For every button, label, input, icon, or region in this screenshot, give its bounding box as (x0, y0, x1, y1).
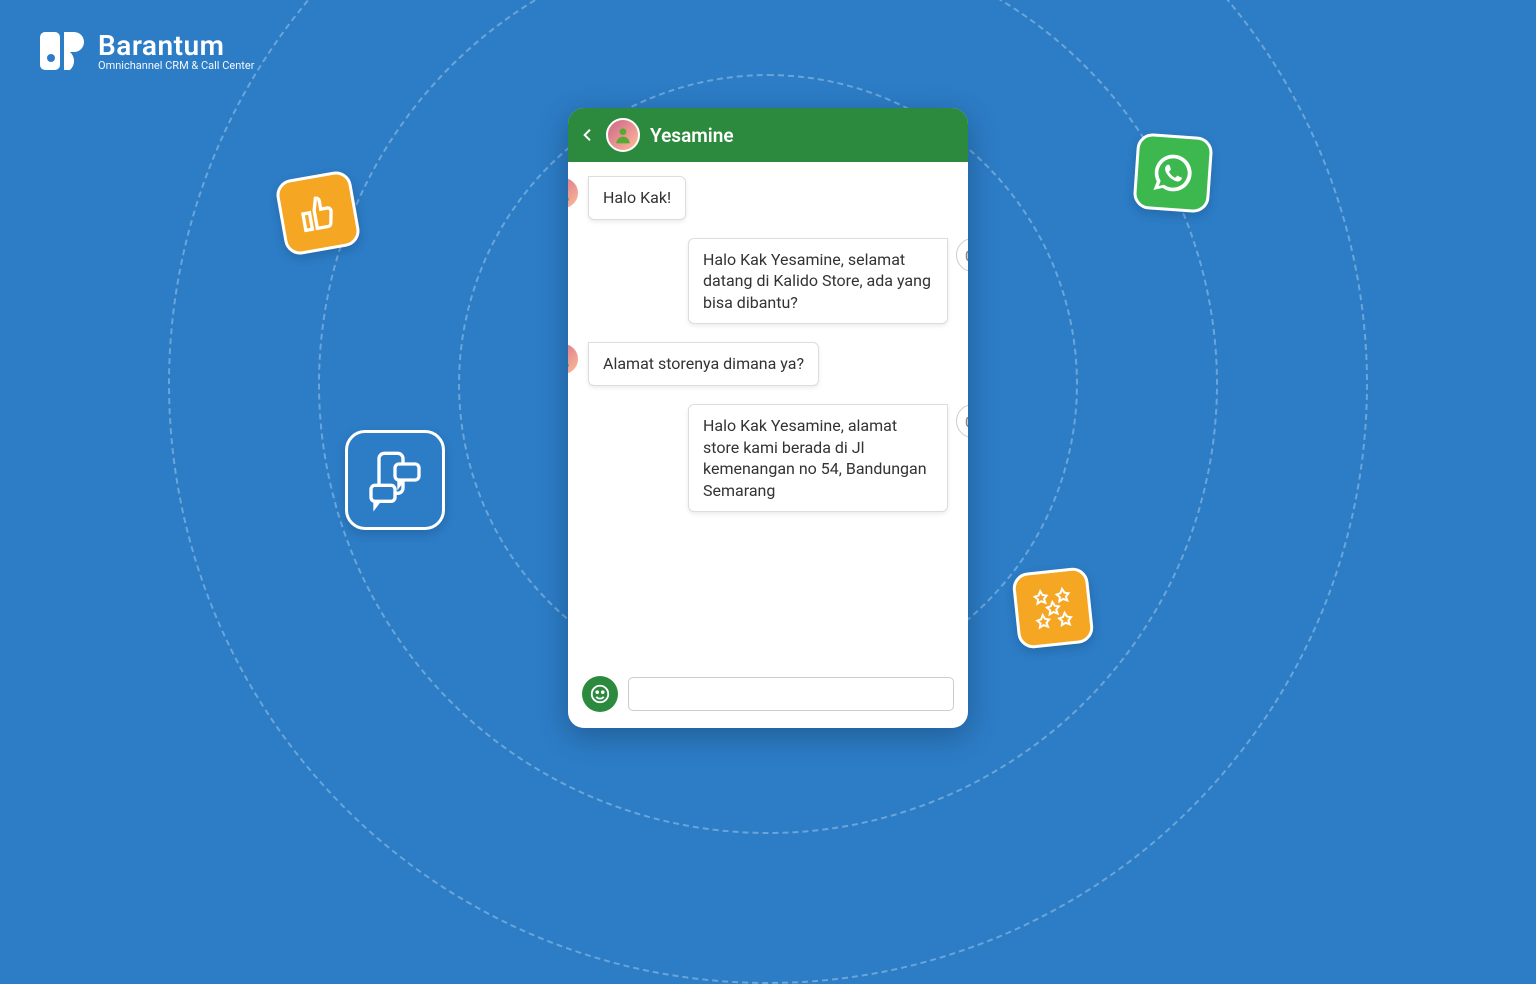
whatsapp-badge (1132, 132, 1213, 213)
message-bubble: Halo Kak Yesamine, selamat datang di Kal… (688, 238, 948, 325)
smile-icon (589, 683, 611, 705)
robot-icon (962, 410, 968, 432)
contact-name: Yesamine (650, 124, 734, 147)
user-avatar (568, 176, 580, 210)
brand-subtitle: Omnichannel CRM & Call Center (98, 60, 254, 72)
input-bar (568, 664, 968, 728)
chat-body: Halo Kak! Halo Kak Yesamine, selamat dat… (568, 162, 968, 664)
whatsapp-icon (1150, 150, 1197, 197)
thumbs-up-icon (295, 190, 341, 236)
brand-logo: Barantum Omnichannel CRM & Call Center (40, 28, 254, 74)
bot-avatar (956, 404, 968, 438)
message-bubble: Halo Kak! (588, 176, 686, 220)
avatar-face-icon (568, 350, 572, 368)
bot-avatar (956, 238, 968, 272)
message-row: Halo Kak Yesamine, alamat store kami ber… (568, 404, 968, 512)
message-row: Halo Kak! (568, 176, 968, 220)
user-avatar (568, 342, 580, 376)
message-bubble: Halo Kak Yesamine, alamat store kami ber… (688, 404, 948, 512)
phone-chat-badge (345, 430, 445, 530)
message-row: Alamat storenya dimana ya? (568, 342, 968, 386)
phone-chat-icon (363, 448, 427, 512)
message-input[interactable] (628, 677, 954, 711)
contact-avatar[interactable] (606, 118, 640, 152)
message-bubble: Alamat storenya dimana ya? (588, 342, 819, 386)
chat-window: Yesamine Halo Kak! Halo Kak Yesamine, se… (568, 108, 968, 728)
thumbs-up-badge (274, 169, 362, 257)
brand-title: Barantum (98, 31, 254, 60)
stars-icon (1024, 579, 1081, 636)
chat-header: Yesamine (568, 108, 968, 162)
message-row: Halo Kak Yesamine, selamat datang di Kal… (568, 238, 968, 325)
avatar-face-icon (613, 125, 633, 145)
brand-mark-icon (40, 28, 86, 74)
stars-badge (1011, 566, 1095, 650)
emoji-button[interactable] (582, 676, 618, 712)
back-icon[interactable] (580, 127, 596, 143)
robot-icon (962, 244, 968, 266)
avatar-face-icon (568, 184, 572, 202)
